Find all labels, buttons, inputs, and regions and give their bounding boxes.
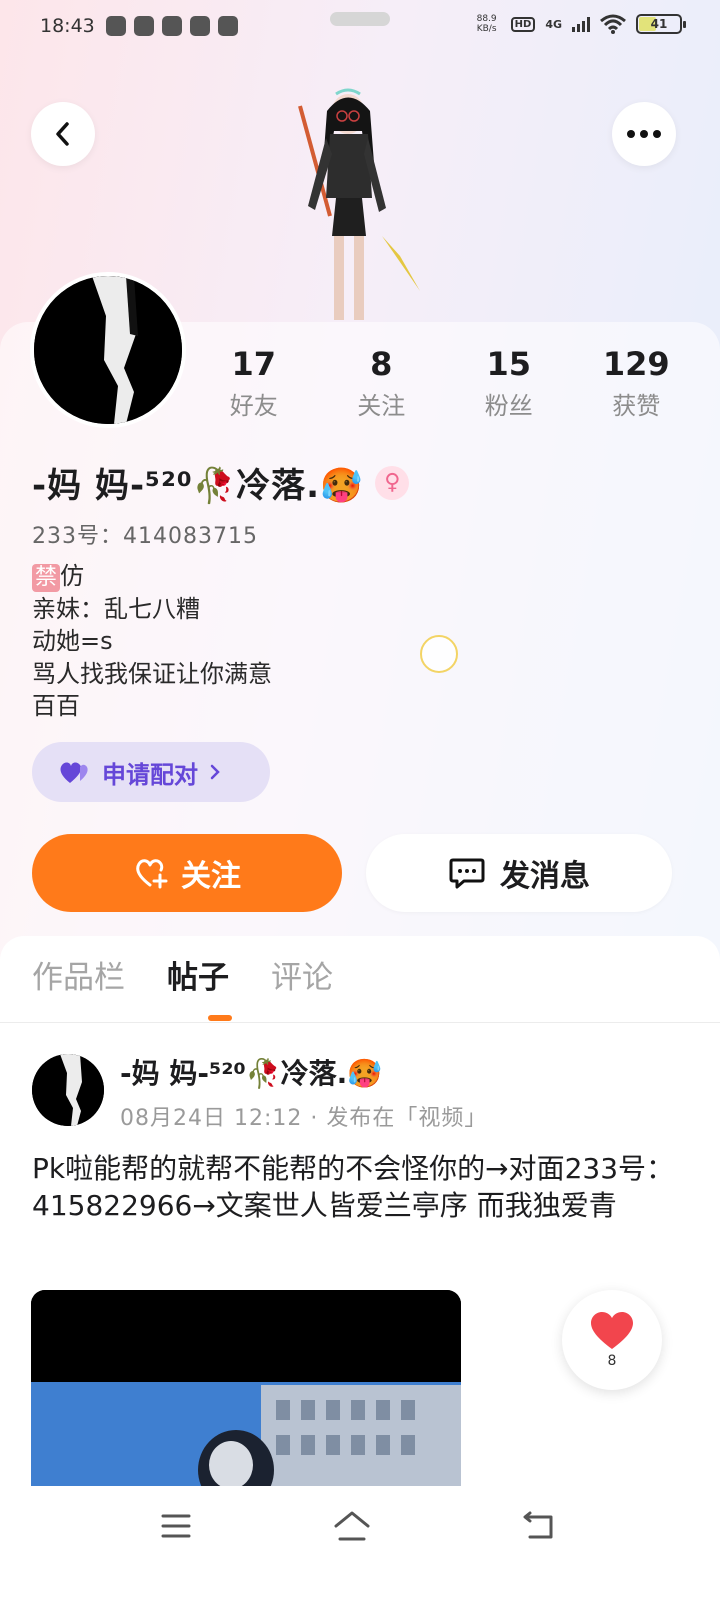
post-video-thumbnail[interactable]	[31, 1290, 461, 1490]
stat-label: 关注	[357, 392, 406, 420]
post-author-avatar[interactable]	[32, 1054, 104, 1126]
back-nav-icon	[523, 1511, 553, 1539]
chevron-right-icon	[210, 764, 220, 780]
battery-icon: 41	[636, 14, 686, 34]
home-icon	[334, 1511, 370, 1541]
gender-badge: ♀	[375, 465, 410, 500]
back-button[interactable]	[31, 102, 95, 166]
send-message-button[interactable]: 发消息	[366, 834, 672, 912]
bio-line: 亲妹：乱七八糟	[32, 594, 200, 623]
battery-level: 41	[650, 17, 668, 31]
back-nav-button[interactable]	[518, 1508, 558, 1544]
bio-line: 禁仿	[32, 560, 272, 593]
signal-icon	[572, 16, 590, 32]
post-text[interactable]: Pk啦能帮的就帮不能帮的不会怪你的→对面233号：415822966→文案世人皆…	[32, 1150, 682, 1224]
profile-tabs: 作品栏 帖子 评论	[32, 956, 333, 1000]
stat-following[interactable]: 8 关注	[318, 344, 446, 421]
profile-uid[interactable]: 233号：414083715	[32, 518, 258, 550]
follow-label: 关注	[181, 859, 241, 894]
pair-heart-icon	[60, 762, 88, 783]
stat-value: 15	[486, 345, 532, 383]
recent-apps-button[interactable]	[156, 1508, 196, 1544]
like-count: 8	[607, 1353, 617, 1369]
stat-label: 好友	[229, 392, 278, 420]
stat-followers[interactable]: 15 粉丝	[445, 344, 573, 421]
stat-label: 获赞	[612, 392, 661, 420]
hd-badge: HD	[510, 16, 536, 32]
chat-icon	[449, 858, 485, 889]
active-tab-indicator	[208, 1015, 232, 1021]
status-notification-icons	[106, 16, 238, 36]
camera-cutout	[330, 12, 390, 26]
send-message-label: 发消息	[500, 859, 590, 894]
play-notif-icon	[218, 16, 238, 36]
tab-comments[interactable]: 评论	[271, 956, 333, 1000]
more-options-button[interactable]	[612, 102, 676, 166]
network-speed-unit: KB/s	[476, 24, 497, 34]
tab-posts[interactable]: 帖子	[167, 956, 229, 1000]
profile-name-row: -妈 妈-⁵²⁰🥀冷落.🥵 ♀	[32, 458, 410, 507]
profile-name: -妈 妈-⁵²⁰🥀冷落.🥵	[32, 466, 364, 506]
bio-text: 仿	[60, 562, 85, 590]
bio-tag: 禁	[32, 564, 61, 592]
profile-bio: 禁仿 亲妹：乱七八糟 动她=s 骂人找我保证让你满意 百百	[32, 560, 272, 723]
menu-icon	[161, 1514, 191, 1538]
post-avatar-image	[32, 1054, 104, 1126]
stat-value: 129	[602, 345, 670, 383]
bio-line: 动她=s	[32, 627, 113, 655]
female-icon: ♀	[384, 470, 401, 495]
crown-notif-icon	[190, 16, 210, 36]
app-notif-icon	[134, 16, 154, 36]
post-author-name[interactable]: -妈 妈-⁵²⁰🥀冷落.🥵	[120, 1052, 382, 1092]
like-button[interactable]: 8	[562, 1290, 662, 1390]
avatar-image	[34, 276, 182, 424]
avatar-character-illustration	[298, 88, 420, 320]
post-meta: 08月24日 12:12 · 发布在「视频」	[120, 1106, 488, 1131]
touch-indicator	[420, 635, 458, 673]
stat-likes[interactable]: 129 获赞	[573, 344, 701, 421]
tab-works[interactable]: 作品栏	[32, 956, 125, 1000]
bio-line: 百百	[32, 692, 80, 720]
tabs-divider	[0, 1022, 720, 1023]
video-frame	[31, 1290, 461, 1490]
status-time: 18:43	[40, 15, 95, 37]
video-notif-icon	[106, 16, 126, 36]
profile-avatar[interactable]	[30, 272, 186, 428]
network-speed: 88.9 KB/s	[473, 14, 501, 34]
heart-icon	[591, 1312, 633, 1349]
network-type: 4G	[545, 17, 562, 31]
back-icon	[56, 122, 69, 146]
stat-label: 粉丝	[484, 392, 533, 420]
follow-button[interactable]: 关注	[32, 834, 342, 912]
status-bar: 18:43 88.9 KB/s HD 4G 41	[0, 0, 720, 56]
heart-plus-icon	[136, 859, 168, 889]
leaf-notif-icon	[162, 16, 182, 36]
home-button[interactable]	[332, 1508, 372, 1544]
stat-value: 17	[231, 345, 277, 383]
apply-pair-button[interactable]: 申请配对	[32, 742, 270, 802]
status-indicators: 88.9 KB/s HD 4G 41	[473, 14, 686, 34]
profile-stats: 17 好友 8 关注 15 粉丝 129 获赞	[190, 344, 700, 421]
bio-line: 骂人找我保证让你满意	[32, 659, 272, 688]
apply-pair-label: 申请配对	[102, 760, 198, 789]
network-speed-value: 88.9	[476, 14, 497, 24]
more-icon	[627, 130, 661, 138]
stat-friends[interactable]: 17 好友	[190, 344, 318, 421]
wifi-icon	[600, 14, 626, 34]
stat-value: 8	[370, 345, 393, 383]
